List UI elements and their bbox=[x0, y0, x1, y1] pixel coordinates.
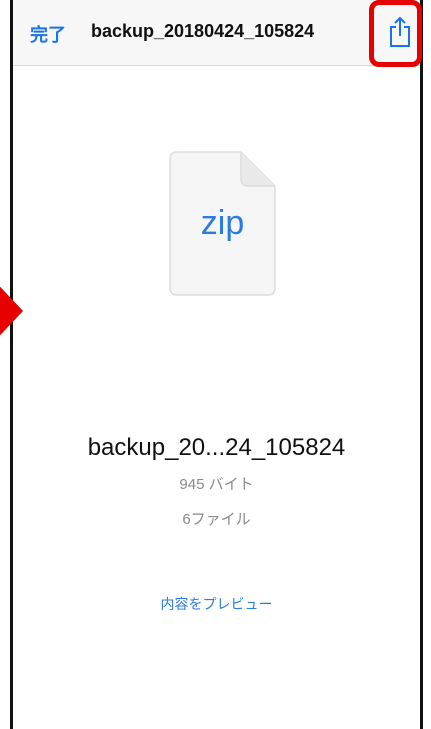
red-arrow-pointer bbox=[0, 276, 23, 346]
share-icon[interactable] bbox=[389, 16, 411, 48]
done-button[interactable]: 完了 bbox=[30, 21, 66, 47]
file-count: 6ファイル bbox=[182, 511, 251, 528]
preview-contents-link[interactable]: 内容をプレビュー bbox=[13, 594, 420, 614]
page-title: backup_20180424_105824 bbox=[91, 21, 315, 41]
screen: 完了 backup_20180424_105824 zip backup_20.… bbox=[10, 0, 423, 729]
navigation-bar: 完了 backup_20180424_105824 bbox=[13, 0, 420, 66]
file-name: backup_20...24_105824 bbox=[87, 434, 346, 461]
file-extension-label: zip bbox=[200, 204, 245, 242]
file-size: 945 バイト bbox=[179, 476, 254, 493]
